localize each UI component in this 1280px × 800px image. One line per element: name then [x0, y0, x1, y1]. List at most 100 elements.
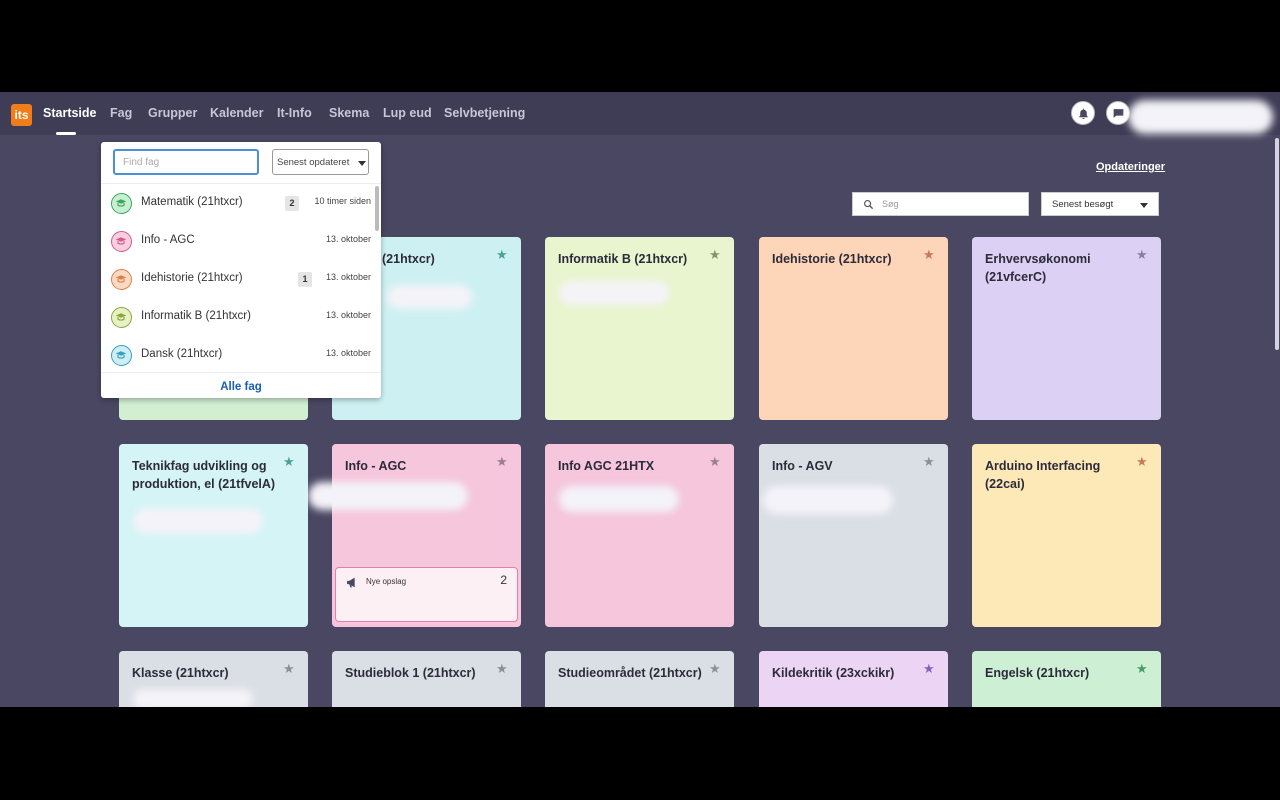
- megaphone-icon: [347, 577, 355, 588]
- find-course-input[interactable]: Find fag: [113, 149, 259, 175]
- page-scrollbar-thumb[interactable]: [1275, 138, 1279, 350]
- star-icon[interactable]: ★: [283, 662, 295, 676]
- star-icon[interactable]: ★: [1136, 455, 1148, 469]
- course-card-title: Kildekritik (23xckikr): [772, 666, 895, 680]
- course-card-title: Info AGC 21HTX: [558, 459, 655, 473]
- course-list-item[interactable]: Informatik B (21htxcr) 13. oktober: [101, 298, 373, 335]
- course-card-title: Klasse (21htxcr): [132, 666, 229, 680]
- nav-it-info[interactable]: It-Info: [277, 106, 312, 120]
- course-list-item[interactable]: Info - AGC 13. oktober: [101, 222, 373, 259]
- star-icon[interactable]: ★: [923, 662, 935, 676]
- sort-label: Senest besøgt: [1052, 199, 1114, 210]
- teacher-avatar-blurred: [559, 486, 679, 512]
- chevron-down-icon: [358, 161, 366, 166]
- course-list-item[interactable]: Matematik (21htxcr) 2 10 timer siden: [101, 184, 373, 221]
- course-list-item[interactable]: Dansk (21htxcr) 13. oktober: [101, 336, 373, 372]
- graduation-cap-icon: [111, 345, 132, 366]
- course-card[interactable]: Engelsk (21htxcr) ★: [972, 651, 1161, 707]
- star-icon[interactable]: ★: [923, 248, 935, 262]
- course-card-title: Info - AGC: [345, 459, 407, 473]
- course-updated: 13. oktober: [325, 348, 371, 358]
- course-card-title: Arduino Interfacing (22cai): [985, 459, 1101, 491]
- course-updated: 13. oktober: [325, 234, 371, 244]
- nav-selvbetjening[interactable]: Selvbetjening: [444, 106, 525, 120]
- course-card[interactable]: Erhvervsøkonomi (21vfcerC) ★: [972, 237, 1161, 420]
- active-tab-indicator: [56, 132, 76, 135]
- all-courses-link[interactable]: Alle fag: [101, 381, 381, 393]
- course-card[interactable]: Arduino Interfacing (22cai) ★: [972, 444, 1161, 627]
- unread-badge: 2: [285, 196, 299, 211]
- course-updated: 10 timer siden: [314, 196, 371, 206]
- teacher-avatar-blurred: [133, 689, 253, 707]
- its-logo-icon[interactable]: its: [11, 104, 32, 126]
- updates-link[interactable]: Opdateringer: [1096, 161, 1165, 173]
- teacher-avatar-blurred: [387, 285, 472, 309]
- star-icon[interactable]: ★: [496, 248, 508, 262]
- search-icon: [864, 200, 874, 210]
- course-card-title: Informatik B (21htxcr): [558, 252, 688, 266]
- courses-dropdown: Find fag Senest opdateret Matematik (21h…: [101, 142, 381, 398]
- teacher-avatar-blurred: [133, 508, 263, 534]
- course-name: Dansk (21htxcr): [141, 348, 223, 360]
- course-card[interactable]: Informatik B (21htxcr) ★: [545, 237, 734, 420]
- course-card[interactable]: Studieblok 1 (21htxcr) ★: [332, 651, 521, 707]
- course-name: Info - AGC: [141, 234, 195, 246]
- graduation-cap-icon: [111, 231, 132, 252]
- new-posts-box[interactable]: Nye opslag 2: [335, 567, 518, 622]
- graduation-cap-icon: [111, 307, 132, 328]
- course-card[interactable]: Idehistorie (21htxcr) ★: [759, 237, 948, 420]
- course-card[interactable]: Info AGC 21HTX ★: [545, 444, 734, 627]
- course-updated: 13. oktober: [325, 310, 371, 320]
- unread-badge: 1: [298, 272, 312, 287]
- course-card[interactable]: Studieområdet (21htxcr) ★: [545, 651, 734, 707]
- course-list: Matematik (21htxcr) 2 10 timer siden Inf…: [101, 183, 381, 373]
- course-name: Informatik B (21htxcr): [141, 310, 251, 322]
- course-card[interactable]: Info - AGC ★ Nye opslag 2: [308, 444, 521, 627]
- chat-icon[interactable]: [1106, 101, 1130, 125]
- app-window: its Startside Fag Grupper Kalender It-In…: [0, 92, 1280, 707]
- course-card[interactable]: Teknikfag udvikling og produktion, el (2…: [119, 444, 308, 627]
- chevron-down-icon: [1140, 203, 1148, 208]
- star-icon[interactable]: ★: [709, 248, 721, 262]
- dropdown-sort-select[interactable]: Senest opdateret: [272, 149, 369, 175]
- teacher-avatar-blurred: [308, 482, 468, 510]
- course-card[interactable]: Kildekritik (23xckikr) ★: [759, 651, 948, 707]
- course-list-item[interactable]: Idehistorie (21htxcr) 1 13. oktober: [101, 260, 373, 297]
- top-navigation: its Startside Fag Grupper Kalender It-In…: [0, 92, 1280, 135]
- course-list-scrollbar[interactable]: [375, 186, 379, 231]
- nav-fag[interactable]: Fag: [110, 106, 132, 120]
- course-card-title: Engelsk (21htxcr): [985, 666, 1090, 680]
- graduation-cap-icon: [111, 269, 132, 290]
- course-card-title: Studieområdet (21htxcr): [558, 666, 702, 680]
- course-card-title: Idehistorie (21htxcr): [772, 252, 892, 266]
- star-icon[interactable]: ★: [496, 662, 508, 676]
- course-card-title: Info - AGV: [772, 459, 833, 473]
- star-icon[interactable]: ★: [283, 455, 295, 469]
- find-course-placeholder: Find fag: [123, 157, 160, 168]
- course-name: Idehistorie (21htxcr): [141, 272, 243, 284]
- nav-lup-eud[interactable]: Lup eud: [383, 106, 432, 120]
- sort-select[interactable]: Senest besøgt: [1041, 192, 1159, 216]
- course-updated: 13. oktober: [325, 272, 371, 282]
- star-icon[interactable]: ★: [496, 455, 508, 469]
- nav-grupper[interactable]: Grupper: [148, 106, 197, 120]
- star-icon[interactable]: ★: [1136, 248, 1148, 262]
- bell-icon[interactable]: [1071, 101, 1095, 125]
- dropdown-sort-label: Senest opdateret: [277, 157, 350, 168]
- course-card-title: Teknikfag udvikling og produktion, el (2…: [132, 459, 276, 491]
- star-icon[interactable]: ★: [923, 455, 935, 469]
- star-icon[interactable]: ★: [1136, 662, 1148, 676]
- course-card[interactable]: Klasse (21htxcr) ★: [119, 651, 308, 707]
- course-card-title: Erhvervsøkonomi (21vfcerC): [985, 252, 1091, 284]
- search-input[interactable]: Søg: [852, 192, 1029, 216]
- course-card-title: Studieblok 1 (21htxcr): [345, 666, 476, 680]
- nav-skema[interactable]: Skema: [329, 106, 369, 120]
- star-icon[interactable]: ★: [709, 662, 721, 676]
- search-placeholder: Søg: [882, 199, 899, 209]
- star-icon[interactable]: ★: [709, 455, 721, 469]
- new-posts-count: 2: [500, 573, 507, 587]
- user-menu-blurred[interactable]: [1128, 100, 1273, 134]
- nav-startside[interactable]: Startside: [43, 106, 97, 120]
- nav-kalender[interactable]: Kalender: [210, 106, 264, 120]
- course-card[interactable]: Info - AGV ★: [759, 444, 948, 627]
